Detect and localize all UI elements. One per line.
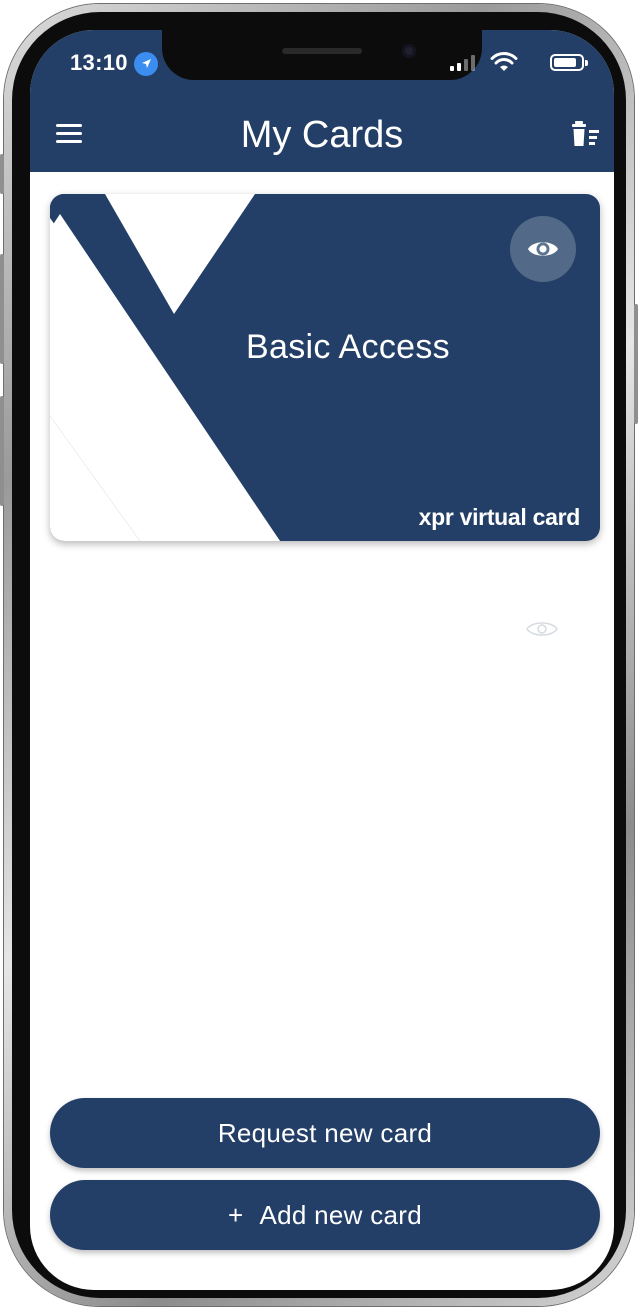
status-indicators (444, 52, 588, 74)
add-new-card-button[interactable]: + Add new card (50, 1180, 600, 1250)
app-header: 13:10 My Cards (30, 30, 614, 172)
request-new-card-button[interactable]: Request new card (50, 1098, 600, 1168)
plus-icon: + (227, 1199, 244, 1230)
trash-list-icon[interactable] (572, 120, 604, 148)
app-screen: 13:10 My Cards Basic Access xpr virtual … (30, 30, 614, 1290)
eye-icon (528, 242, 558, 256)
cellular-signal-icon (450, 55, 476, 71)
battery-icon (550, 54, 588, 71)
card-name: Basic Access (246, 328, 450, 366)
phone-frame: 13:10 My Cards Basic Access xpr virtual … (0, 4, 638, 1306)
volume-up-button (0, 254, 4, 364)
virtual-card[interactable]: Basic Access xpr virtual card (50, 194, 600, 541)
add-new-card-label: Add new card (259, 1199, 423, 1230)
wifi-icon (490, 52, 518, 71)
silent-switch (0, 154, 4, 194)
device-notch (162, 30, 482, 80)
volume-down-button (0, 396, 4, 506)
power-button (634, 304, 638, 424)
page-title: My Cards (240, 114, 404, 156)
request-new-card-label: Request new card (217, 1117, 433, 1148)
card-brand: xpr virtual card (418, 504, 581, 530)
location-arrow-icon (134, 52, 158, 76)
reveal-card-button[interactable] (510, 216, 576, 282)
earpiece-speaker (282, 48, 362, 54)
status-time: 13:10 (70, 50, 128, 75)
faded-eye-icon (526, 622, 558, 636)
front-camera (402, 44, 416, 58)
